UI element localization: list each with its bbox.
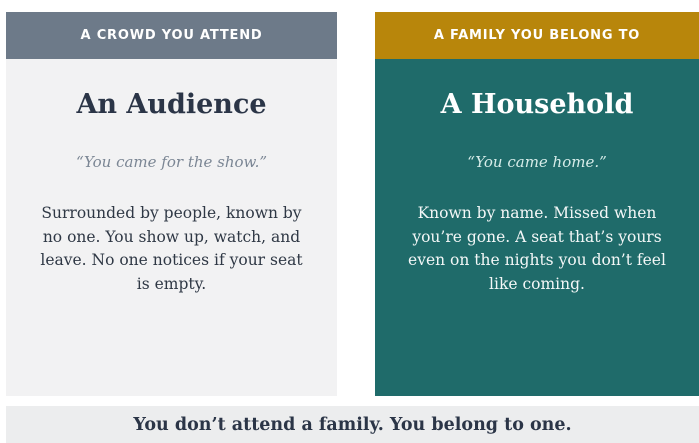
audience-card-title: An Audience: [76, 89, 267, 120]
audience-card: A CROWD YOU ATTEND An Audience “You came…: [6, 12, 337, 396]
household-card-header: A FAMILY YOU BELONG TO: [375, 12, 699, 59]
household-card-body: Known by name. Missed when you’re gone. …: [408, 204, 666, 293]
footer-banner: You don’t attend a family. You belong to…: [6, 406, 699, 443]
audience-card-quote: “You came for the show.”: [75, 153, 268, 171]
footer-text: You don’t attend a family. You belong to…: [133, 414, 572, 435]
audience-card-body: Surrounded by people, known by no one. Y…: [40, 204, 303, 293]
comparison-graphic: A CROWD YOU ATTEND An Audience “You came…: [0, 0, 699, 443]
audience-card-header: A CROWD YOU ATTEND: [6, 12, 337, 59]
household-card: A FAMILY YOU BELONG TO A Household “You …: [375, 12, 699, 396]
household-card-title: A Household: [440, 89, 634, 120]
household-card-quote: “You came home.”: [467, 153, 607, 171]
